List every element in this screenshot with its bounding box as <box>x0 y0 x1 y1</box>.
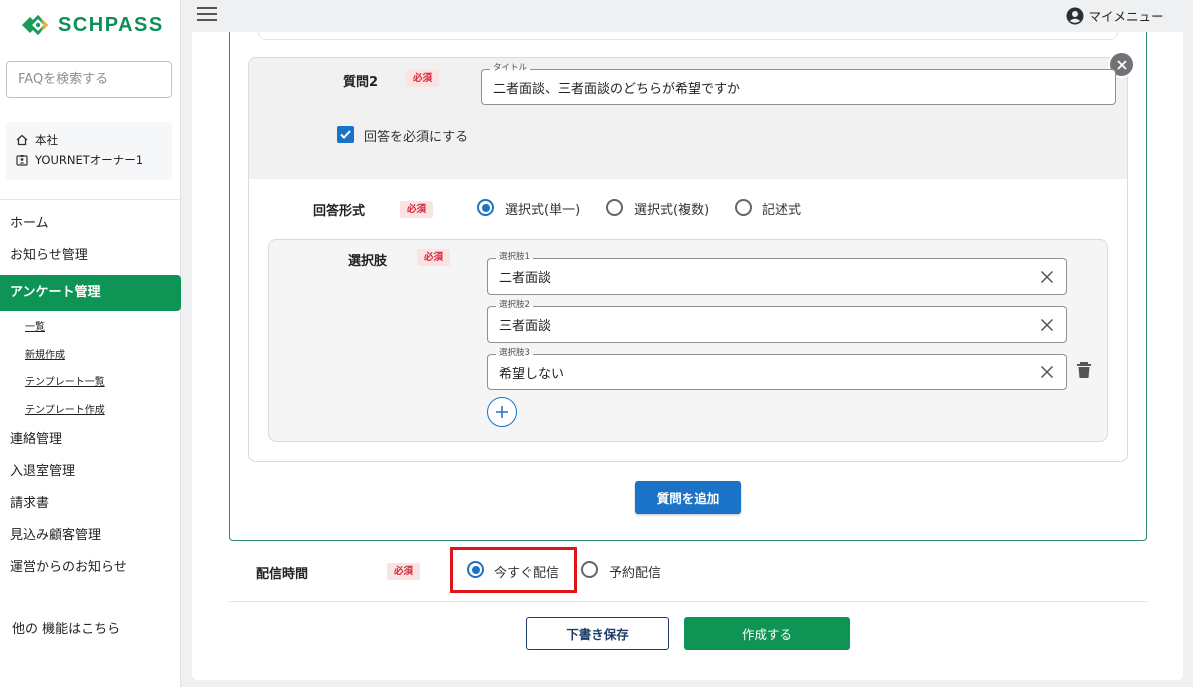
sidebar-item-news[interactable]: お知らせ管理 <box>0 240 181 272</box>
sidebar-item-ops-news[interactable]: 運営からのお知らせ <box>0 552 181 584</box>
highlight-box <box>450 547 577 593</box>
question-title-field[interactable]: タイトル <box>481 63 1116 105</box>
question-required-badge: 必須 <box>406 70 440 87</box>
footer-divider <box>229 601 1147 602</box>
add-question-button[interactable]: 質問を追加 <box>635 481 741 514</box>
answer-format-multiple-radio[interactable] <box>606 199 623 216</box>
choice-input-3[interactable] <box>499 355 1027 389</box>
answer-format-single-radio[interactable] <box>477 199 494 216</box>
plus-icon <box>496 406 508 418</box>
my-menu-button[interactable]: マイメニュー <box>1050 0 1180 31</box>
brand-logo[interactable]: SCHPASS <box>20 12 164 38</box>
answer-format-multiple-label: 選択式(複数) <box>634 203 710 218</box>
choice-field-3[interactable]: 選択肢3 <box>487 348 1067 390</box>
faq-search-input[interactable] <box>6 61 172 98</box>
my-menu-label: マイメニュー <box>1088 9 1164 24</box>
delivery-scheduled-radio[interactable] <box>581 561 598 578</box>
delivery-scheduled-label: 予約配信 <box>609 566 662 581</box>
sidebar-item-other-features[interactable]: 他の 機能はこちら <box>12 618 120 637</box>
choices-label: 選択肢 <box>348 254 388 269</box>
required-answer-checkbox[interactable] <box>337 126 354 143</box>
required-answer-label: 回答を必須にする <box>364 130 469 145</box>
sidebar-nav: ホーム お知らせ管理 アンケート管理 一覧 新規作成 テンプレート一覧 テンプレ… <box>0 208 181 584</box>
answer-format-single-label: 選択式(単一) <box>505 203 581 218</box>
org-user-name: YOURNETオーナー1 <box>35 153 144 167</box>
close-icon <box>1116 59 1127 70</box>
add-choice-button[interactable] <box>487 397 517 427</box>
sidebar: SCHPASS 本社 YOURNETオーナー1 ホーム お知らせ管理 アンケート… <box>0 0 181 687</box>
schpass-logo-icon <box>22 14 49 36</box>
choice-input-2[interactable] <box>499 307 1027 342</box>
brand-name: SCHPASS <box>58 13 164 36</box>
clear-choice-3-icon[interactable] <box>1040 365 1054 379</box>
org-branch-row: 本社 <box>16 130 162 150</box>
delivery-required-badge: 必須 <box>387 563 421 580</box>
previous-question-edge <box>258 32 1118 40</box>
choices-required-badge: 必須 <box>417 249 451 266</box>
sidebar-item-invoice[interactable]: 請求書 <box>0 488 181 520</box>
sidebar-item-survey[interactable]: アンケート管理 <box>0 275 181 311</box>
choice-field-2[interactable]: 選択肢2 <box>487 300 1067 343</box>
sidebar-subitem-list[interactable]: 一覧 <box>0 314 181 342</box>
sidebar-divider <box>0 199 181 200</box>
sidebar-item-home[interactable]: ホーム <box>0 208 181 240</box>
organization-info: 本社 YOURNETオーナー1 <box>6 122 172 180</box>
check-icon <box>340 130 351 139</box>
sidebar-subitem-template-create[interactable]: テンプレート作成 <box>0 397 181 425</box>
create-button[interactable]: 作成する <box>684 617 850 650</box>
org-user-row: YOURNETオーナー1 <box>16 150 162 170</box>
delivery-time-label: 配信時間 <box>256 567 309 582</box>
account-circle-icon <box>1066 7 1084 24</box>
answer-format-required-badge: 必須 <box>400 201 434 218</box>
hamburger-menu-icon[interactable] <box>197 7 217 23</box>
id-card-icon <box>16 155 28 166</box>
sidebar-item-attendance[interactable]: 入退室管理 <box>0 456 181 488</box>
choice-input-1[interactable] <box>499 259 1027 294</box>
choice-field-1[interactable]: 選択肢1 <box>487 252 1067 295</box>
trash-icon[interactable] <box>1076 361 1092 379</box>
clear-choice-2-icon[interactable] <box>1040 318 1054 332</box>
question-title-input[interactable] <box>493 70 1093 104</box>
sidebar-item-contact[interactable]: 連絡管理 <box>0 424 181 456</box>
org-branch-name: 本社 <box>35 133 58 147</box>
answer-format-text-radio[interactable] <box>735 199 752 216</box>
sidebar-subitem-template-list[interactable]: テンプレート一覧 <box>0 369 181 397</box>
clear-choice-1-icon[interactable] <box>1040 270 1054 284</box>
answer-format-label: 回答形式 <box>313 204 366 219</box>
home-icon <box>16 134 28 146</box>
question-label: 質問2 <box>343 75 379 90</box>
sidebar-subitem-new[interactable]: 新規作成 <box>0 342 181 370</box>
sidebar-item-prospects[interactable]: 見込み顧客管理 <box>0 520 181 552</box>
answer-format-text-label: 記述式 <box>762 203 802 218</box>
save-draft-button[interactable]: 下書き保存 <box>526 617 669 650</box>
